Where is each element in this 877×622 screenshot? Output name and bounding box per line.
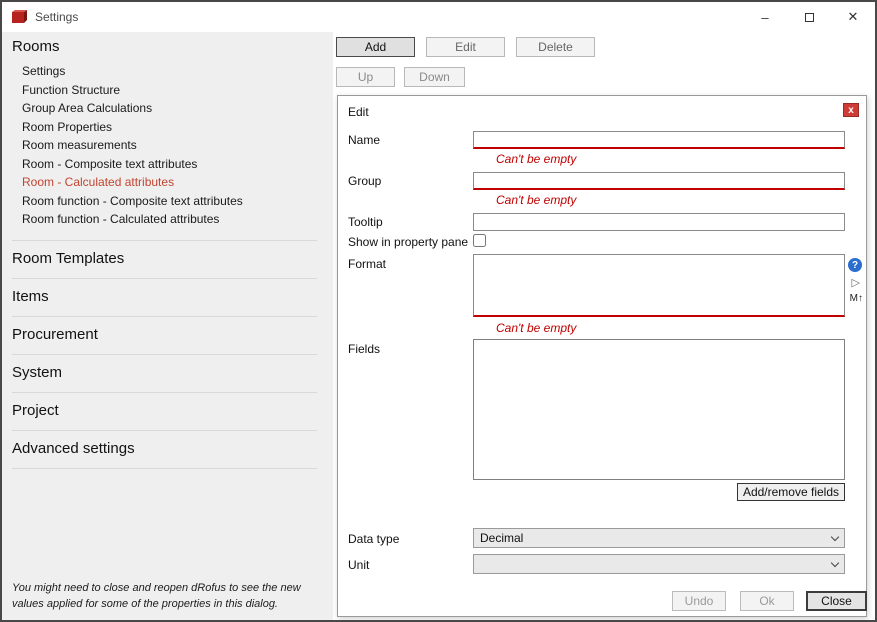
format-field[interactable] bbox=[473, 254, 845, 317]
section-room-templates: Room Templates bbox=[12, 241, 317, 279]
down-button[interactable]: Down bbox=[404, 67, 465, 87]
settings-nav-sidebar: Rooms Settings Function Structure Group … bbox=[2, 32, 333, 620]
sidebar-item-room-measurements[interactable]: Room measurements bbox=[12, 136, 317, 155]
show-in-property-pane-label: Show in property pane bbox=[348, 235, 468, 249]
unit-select[interactable] bbox=[473, 554, 845, 574]
data-type-select[interactable]: Decimal bbox=[473, 528, 845, 548]
name-field[interactable] bbox=[473, 131, 845, 149]
unit-label: Unit bbox=[348, 558, 369, 572]
format-label: Format bbox=[348, 257, 386, 271]
name-label: Name bbox=[348, 133, 380, 147]
window-controls: – ✕ bbox=[743, 2, 875, 32]
chevron-down-icon bbox=[831, 532, 839, 540]
maximize-icon[interactable] bbox=[787, 2, 831, 32]
sidebar-section-system[interactable]: System bbox=[12, 364, 317, 381]
chevron-down-icon bbox=[831, 558, 839, 566]
section-project: Project bbox=[12, 393, 317, 431]
edit-attribute-panel: Edit x Name Can't be empty Group Can't b… bbox=[337, 95, 867, 617]
close-icon[interactable]: ✕ bbox=[831, 2, 875, 32]
title-bar: Settings – ✕ bbox=[2, 2, 875, 32]
minimize-icon[interactable]: – bbox=[743, 2, 787, 32]
data-type-label: Data type bbox=[348, 532, 399, 546]
name-error-message: Can't be empty bbox=[496, 152, 576, 166]
format-error-message: Can't be empty bbox=[496, 321, 576, 335]
section-system: System bbox=[12, 355, 317, 393]
app-logo-icon bbox=[11, 9, 28, 26]
sidebar-section-rooms[interactable]: Rooms bbox=[12, 38, 317, 55]
group-label: Group bbox=[348, 174, 381, 188]
restart-hint-note: You might need to close and reopen dRofu… bbox=[12, 581, 317, 612]
sidebar-item-room-function-calculated-attributes[interactable]: Room function - Calculated attributes bbox=[12, 210, 317, 229]
panel-close-icon[interactable]: x bbox=[843, 103, 859, 117]
add-remove-fields-button[interactable]: Add/remove fields bbox=[737, 483, 845, 501]
sidebar-item-settings[interactable]: Settings bbox=[12, 62, 317, 81]
tooltip-field[interactable] bbox=[473, 213, 845, 231]
sidebar-section-project[interactable]: Project bbox=[12, 402, 317, 419]
fields-label: Fields bbox=[348, 342, 380, 356]
fields-listbox[interactable] bbox=[473, 339, 845, 480]
show-in-property-pane-checkbox[interactable] bbox=[473, 234, 486, 247]
ok-button[interactable]: Ok bbox=[740, 591, 794, 611]
uppercase-icon[interactable]: M↑ bbox=[850, 293, 863, 304]
edit-button[interactable]: Edit bbox=[426, 37, 505, 57]
group-error-message: Can't be empty bbox=[496, 193, 576, 207]
window-title: Settings bbox=[35, 10, 78, 24]
sidebar-item-room-calculated-attributes[interactable]: Room - Calculated attributes bbox=[12, 173, 317, 192]
run-preview-icon[interactable]: ▷ bbox=[852, 276, 860, 289]
section-procurement: Procurement bbox=[12, 317, 317, 355]
sidebar-item-room-properties[interactable]: Room Properties bbox=[12, 118, 317, 137]
sidebar-item-group-area-calculations[interactable]: Group Area Calculations bbox=[12, 99, 317, 118]
sidebar-section-procurement[interactable]: Procurement bbox=[12, 326, 317, 343]
undo-button[interactable]: Undo bbox=[672, 591, 726, 611]
section-items: Items bbox=[12, 279, 317, 317]
sidebar-item-room-function-composite-text-attributes[interactable]: Room function - Composite text attribute… bbox=[12, 192, 317, 211]
group-field[interactable] bbox=[473, 172, 845, 190]
add-button[interactable]: Add bbox=[336, 37, 415, 57]
sidebar-item-function-structure[interactable]: Function Structure bbox=[12, 81, 317, 100]
delete-button[interactable]: Delete bbox=[516, 37, 595, 57]
section-advanced-settings: Advanced settings bbox=[12, 431, 317, 469]
rooms-tree-list: Settings Function Structure Group Area C… bbox=[12, 62, 317, 229]
sidebar-section-advanced-settings[interactable]: Advanced settings bbox=[12, 440, 317, 457]
data-type-selected-value: Decimal bbox=[480, 531, 523, 545]
help-icon[interactable]: ? bbox=[848, 258, 862, 272]
close-button[interactable]: Close bbox=[806, 591, 867, 611]
sidebar-item-room-composite-text-attributes[interactable]: Room - Composite text attributes bbox=[12, 155, 317, 174]
up-button[interactable]: Up bbox=[336, 67, 395, 87]
sidebar-section-room-templates[interactable]: Room Templates bbox=[12, 250, 317, 267]
tooltip-label: Tooltip bbox=[348, 215, 383, 229]
maximize-box-glyph bbox=[805, 13, 814, 22]
sidebar-section-items[interactable]: Items bbox=[12, 288, 317, 305]
edit-panel-title: Edit bbox=[348, 105, 369, 119]
settings-window: Settings – ✕ Rooms Settings Function Str… bbox=[0, 0, 877, 622]
section-rooms: Rooms Settings Function Structure Group … bbox=[12, 32, 317, 241]
